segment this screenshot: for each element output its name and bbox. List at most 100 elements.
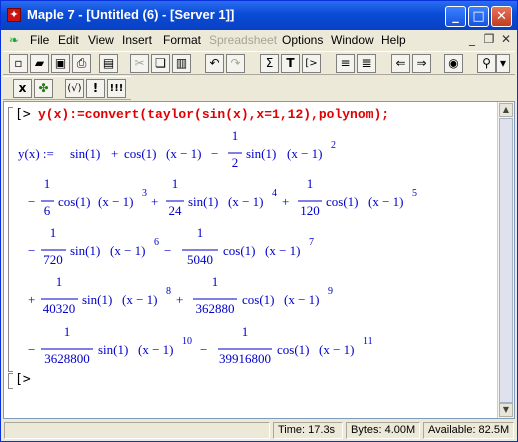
menu-insert[interactable]: Insert [122,33,152,47]
status-bar: Time: 17.3s Bytes: 4.00M Available: 82.5… [1,419,517,441]
output-term: (x − 1) [98,194,134,209]
output-term: cos(1) [223,243,256,258]
menu-bar: ❧ File Edit View Insert Format Spreadshe… [1,30,517,50]
exponent: 11 [363,336,373,347]
svg-text:−: − [28,342,35,357]
output-term: (x − 1) [122,292,158,307]
copy-icon[interactable]: ❏ [151,54,170,73]
fraction-denominator: 24 [169,203,183,218]
menu-view[interactable]: View [88,33,114,47]
chevron-down-icon[interactable]: ▾ [496,54,510,73]
maple-leaf-button-icon[interactable]: ✤ [34,79,53,98]
exponent: 7 [309,237,314,248]
svg-text:−: − [200,342,207,357]
svg-text:−: − [28,243,35,258]
exponent: 5 [412,188,417,199]
close-button[interactable]: ✕ [491,6,512,27]
fraction-numerator: 1 [50,225,57,240]
empty-prompt[interactable]: [> [15,372,31,388]
execute-button[interactable]: ! [86,79,105,98]
menu-options[interactable]: Options [282,33,323,47]
cut-icon[interactable]: ✂ [130,54,149,73]
document-icon[interactable]: ❧ [9,33,19,47]
menu-edit[interactable]: Edit [58,33,79,47]
exponent: 6 [154,237,159,248]
output-term: (x − 1) [166,146,202,161]
indent-icon[interactable]: ≡ [336,54,355,73]
menu-file[interactable]: File [30,33,49,47]
scroll-down-icon[interactable]: ▼ [499,403,513,417]
toggle-x-button[interactable]: x [13,79,32,98]
paste-icon[interactable]: ▥ [172,54,191,73]
exponent: 8 [166,286,171,297]
svg-text:+: + [151,194,158,209]
exponent: 4 [272,188,277,199]
output-term: cos(1) [326,194,359,209]
text-button[interactable]: T [281,54,300,73]
output-term: sin(1) [98,342,128,357]
fraction-denominator: 120 [300,203,320,218]
save-icon[interactable]: ▣ [51,54,70,73]
fraction-numerator: 1 [197,225,204,240]
exponent: 2 [331,140,336,151]
evaluate-button[interactable]: (√) [65,79,84,98]
back-arrow-icon[interactable]: ⇐ [391,54,410,73]
print-icon[interactable]: ⎙ [72,54,91,73]
output-term: sin(1) [70,146,100,161]
vertical-scrollbar[interactable]: ▲ ▼ [497,102,514,418]
maple-leaf-icon[interactable]: ✦ [7,8,21,22]
worksheet[interactable]: [> y(x):=convert(taylor(sin(x),x=1,12),p… [3,101,515,419]
main-toolbar: ▫ ▰ ▣ ⎙ ▤ ✂ ❏ ▥ ↶ ↷ Σ T [> ≡ ≣ ⇐ ⇒ ◉ ⚲ ▾ [3,51,515,75]
prompt-button[interactable]: [> [302,54,321,73]
fraction-numerator: 1 [242,324,249,339]
doc-close-button[interactable]: ✕ [498,32,514,47]
output-term: (x − 1) [287,146,323,161]
open-icon[interactable]: ▰ [30,54,49,73]
fraction-numerator: 1 [64,324,71,339]
output-term: sin(1) [70,243,100,258]
exponent: 3 [142,188,147,199]
fraction-numerator: 1 [56,274,63,289]
context-toolbar: x ✤ (√) ! !!! [3,76,131,100]
fraction-denominator: 39916800 [219,351,271,366]
forward-arrow-icon[interactable]: ⇒ [412,54,431,73]
status-available: Available: 82.5M [423,422,514,439]
scroll-thumb[interactable] [499,118,513,403]
status-time: Time: 17.3s [273,422,343,439]
doc-restore-button[interactable]: ❐ [481,32,497,47]
maximize-button[interactable]: □ [468,6,489,27]
new-icon[interactable]: ▫ [9,54,28,73]
output-lhs: y(x) := [18,146,54,161]
outdent-icon[interactable]: ≣ [357,54,376,73]
svg-text:+: + [282,194,289,209]
output-term: sin(1) [246,146,276,161]
fraction-denominator: 2 [232,155,239,170]
scroll-up-icon[interactable]: ▲ [499,103,513,117]
fraction-numerator: 1 [232,128,239,143]
output-term: (x − 1) [138,342,174,357]
print-preview-icon[interactable]: ▤ [99,54,118,73]
menu-window[interactable]: Window [331,33,374,47]
taylor-series-output: y(x) := sin(1) + cos(1) (x − 1) − 1 2 si… [18,128,417,366]
svg-text:−: − [28,194,35,209]
output-term: (x − 1) [228,194,264,209]
svg-text:+: + [176,292,183,307]
redo-icon[interactable]: ↷ [226,54,245,73]
stop-icon[interactable]: ◉ [444,54,463,73]
execute-all-button[interactable]: !!! [107,79,126,98]
minimize-button[interactable]: _ [445,6,466,27]
menu-format[interactable]: Format [163,33,201,47]
output-term: (x − 1) [110,243,146,258]
math-output: y(x) := sin(1) + cos(1) (x − 1) − 1 2 si… [4,102,500,402]
doc-minimize-button[interactable]: _ [464,32,480,47]
zoom-icon[interactable]: ⚲ [477,54,496,73]
window-title: Maple 7 - [Untitled (6) - [Server 1]] [27,7,235,22]
title-bar[interactable]: ✦ Maple 7 - [Untitled (6) - [Server 1]] … [1,1,517,30]
undo-icon[interactable]: ↶ [205,54,224,73]
fraction-denominator: 5040 [187,252,213,267]
output-term: cos(1) [277,342,310,357]
output-term: cos(1) [242,292,275,307]
menu-help[interactable]: Help [381,33,406,47]
sigma-button[interactable]: Σ [260,54,279,73]
empty-group-bracket[interactable] [8,373,13,389]
